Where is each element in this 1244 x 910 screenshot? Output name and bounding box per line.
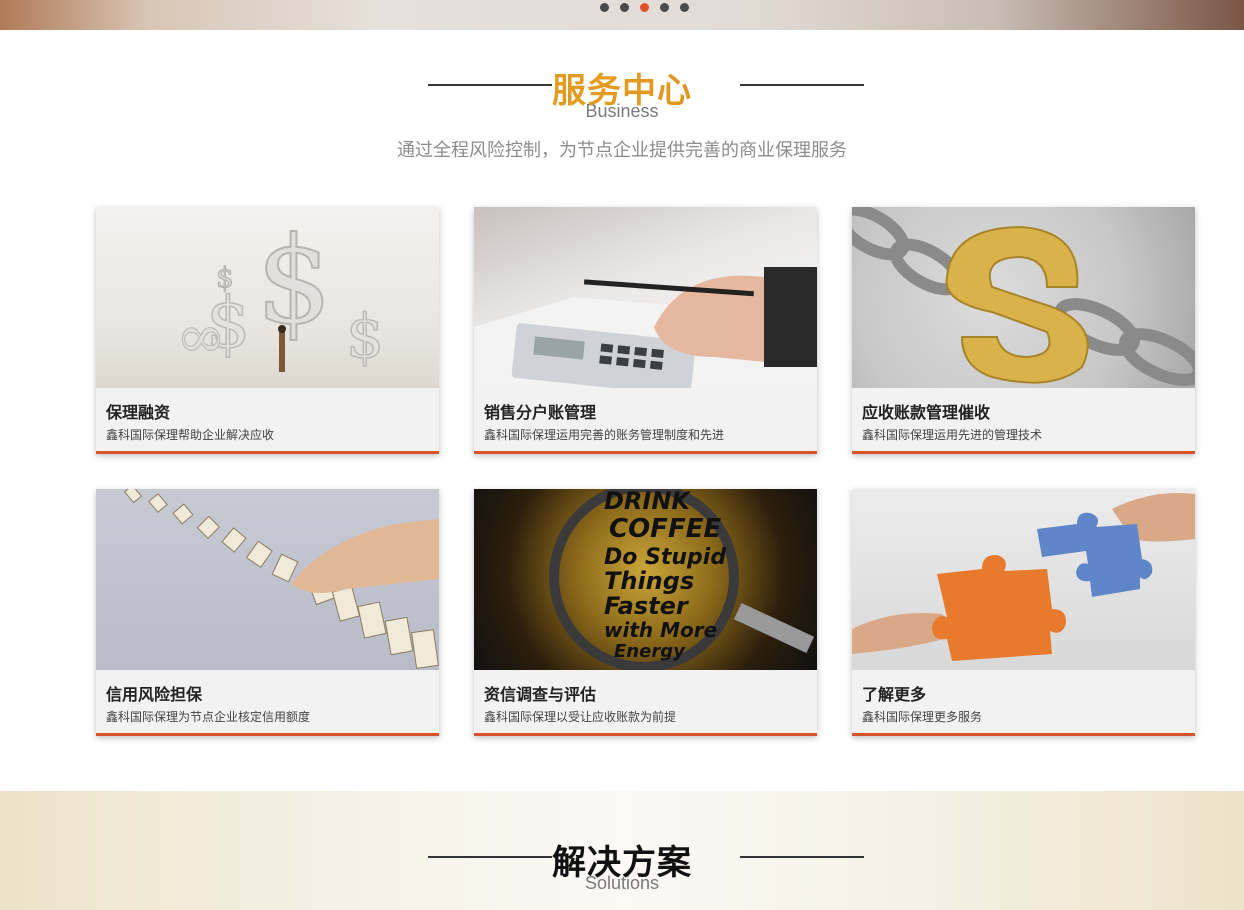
service-card-credit-guarantee[interactable]: 信用风险担保 鑫科国际保理为节点企业核定信用额度 bbox=[96, 489, 439, 736]
svg-text:$: $ bbox=[256, 212, 332, 351]
card-description: 鑫科国际保理运用完善的账务管理制度和先进 bbox=[484, 428, 725, 442]
business-section-header: 服务中心 Business 通过全程风险控制，为节点企业提供完善的商业保理服务 bbox=[0, 63, 1244, 162]
svg-text:$: $ bbox=[216, 261, 234, 294]
svg-text:∞: ∞ bbox=[176, 302, 226, 372]
solutions-title: 解决方案 bbox=[552, 843, 692, 883]
svg-text:Things: Things bbox=[604, 567, 694, 595]
service-card-learn-more[interactable]: 了解更多 鑫科国际保理更多服务 bbox=[852, 489, 1195, 736]
card-description: 鑫科国际保理更多服务 bbox=[862, 710, 983, 724]
svg-text:Energy: Energy bbox=[614, 641, 686, 662]
card-title: 保理融资 bbox=[106, 403, 171, 422]
card-title: 信用风险担保 bbox=[106, 685, 203, 704]
carousel-dot-4[interactable] bbox=[660, 3, 669, 12]
card-title: 应收账款管理催收 bbox=[862, 403, 991, 422]
card-description: 鑫科国际保理为节点企业核定信用额度 bbox=[106, 710, 311, 724]
heading-divider-right bbox=[740, 84, 864, 86]
calculator-hand-image bbox=[474, 207, 817, 388]
svg-text:DRINK: DRINK bbox=[604, 489, 692, 515]
svg-text:COFFEE: COFFEE bbox=[609, 514, 721, 544]
svg-text:Faster: Faster bbox=[604, 592, 690, 620]
puzzle-hands-image bbox=[852, 489, 1195, 670]
dollar-sculpture-image: $ $ $ $ ∞ bbox=[96, 207, 439, 388]
carousel-dot-3[interactable] bbox=[640, 3, 649, 12]
dominoes-hand-image bbox=[96, 489, 439, 670]
carousel-dots bbox=[600, 3, 689, 12]
svg-text:with More: with More bbox=[604, 618, 717, 642]
banner-carousel bbox=[0, 0, 1244, 30]
business-title: 服务中心 bbox=[0, 63, 1244, 112]
carousel-dot-5[interactable] bbox=[680, 3, 689, 12]
carousel-dot-1[interactable] bbox=[600, 3, 609, 12]
magnifier-coffee-image: DRINK COFFEE Do Stupid Things Faster wit… bbox=[474, 489, 817, 670]
business-description: 通过全程风险控制，为节点企业提供完善的商业保理服务 bbox=[397, 140, 847, 161]
solutions-section-header: 解决方案 Solutions bbox=[0, 835, 1244, 894]
service-card-factoring-finance[interactable]: $ $ $ $ ∞ 保理融资 鑫科国际保理帮助企业解决应收 bbox=[96, 207, 439, 454]
card-title: 销售分户账管理 bbox=[484, 403, 597, 422]
chain-dollar-image bbox=[852, 207, 1195, 388]
service-card-receivables-collection[interactable]: 应收账款管理催收 鑫科国际保理运用先进的管理技术 bbox=[852, 207, 1195, 454]
card-description: 鑫科国际保理运用先进的管理技术 bbox=[862, 428, 1043, 442]
service-card-sales-ledger[interactable]: 销售分户账管理 鑫科国际保理运用完善的账务管理制度和先进 bbox=[474, 207, 817, 454]
carousel-dot-2[interactable] bbox=[620, 3, 629, 12]
card-description: 鑫科国际保理以受让应收账款为前提 bbox=[484, 710, 677, 724]
card-title: 资信调查与评估 bbox=[484, 685, 597, 704]
svg-text:$: $ bbox=[346, 302, 384, 372]
card-title: 了解更多 bbox=[862, 685, 927, 704]
card-description: 鑫科国际保理帮助企业解决应收 bbox=[106, 428, 275, 442]
heading-divider-right bbox=[740, 856, 864, 858]
service-card-credit-investigation[interactable]: DRINK COFFEE Do Stupid Things Faster wit… bbox=[474, 489, 817, 736]
